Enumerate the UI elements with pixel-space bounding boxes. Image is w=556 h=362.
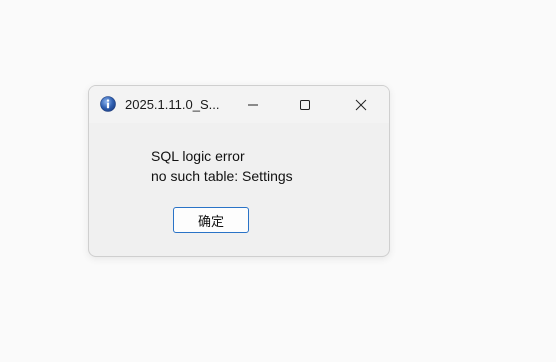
window-title: 2025.1.11.0_S... [125, 97, 220, 112]
message-dialog: 2025.1.11.0_S... SQL logic error no such… [88, 85, 390, 257]
dialog-content: SQL logic error no such table: Settings … [89, 123, 389, 256]
ok-button[interactable]: 确定 [173, 207, 249, 233]
info-icon [100, 96, 116, 112]
close-icon [355, 99, 367, 111]
maximize-button[interactable] [283, 86, 327, 123]
error-message-line1: SQL logic error [151, 148, 245, 164]
error-message-line2: no such table: Settings [151, 168, 293, 184]
minimize-icon [247, 99, 259, 111]
maximize-icon [299, 99, 311, 111]
close-button[interactable] [339, 86, 383, 123]
minimize-button[interactable] [231, 86, 275, 123]
title-bar[interactable]: 2025.1.11.0_S... [89, 86, 389, 123]
